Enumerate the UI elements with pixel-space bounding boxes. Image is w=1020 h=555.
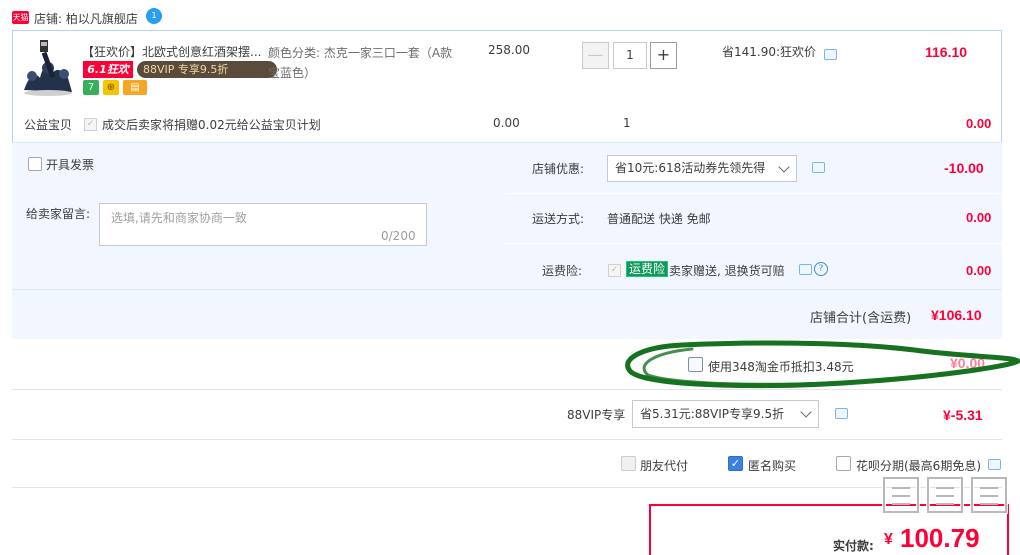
- panel-divider: [505, 193, 1002, 194]
- festival-tag: 6.1狂欢: [83, 61, 133, 78]
- chevron-down-icon: [778, 161, 790, 173]
- panel-divider: [505, 243, 1002, 244]
- insurance-label: 运费险:: [542, 264, 583, 278]
- item-box-border: [12, 30, 1002, 31]
- sku-info: 颜色分类: 杰克一家三口一套（A款宝蓝色）: [268, 46, 453, 80]
- vip-discount-label: 88VIP专享: [567, 408, 626, 422]
- seller-message-placeholder: 选填,请先和商家协商一致: [111, 211, 247, 225]
- shop-discount-label: 店铺优惠:: [532, 162, 585, 176]
- tmall-logo-icon: 天猫: [12, 11, 29, 24]
- insurance-badge: 运费险: [626, 261, 669, 277]
- invoice-checkbox[interactable]: [28, 157, 42, 171]
- friend-pay-label[interactable]: 朋友代付: [640, 457, 688, 474]
- chevron-down-icon: [800, 406, 812, 418]
- vip-discount-select[interactable]: 省5.31元:88VIP专享9.5折: [632, 400, 819, 428]
- promo-info-icon[interactable]: [824, 49, 837, 60]
- huabei-installment-checkbox[interactable]: [836, 456, 851, 471]
- shop-total-amount: ¥106.10: [931, 307, 982, 323]
- message-char-count: 0/200: [381, 229, 416, 243]
- shop-discount-amount: -10.00: [944, 160, 984, 176]
- payment-currency: ¥: [884, 531, 893, 548]
- charity-label: 公益宝贝: [24, 118, 73, 132]
- watermark-logo: [882, 476, 1008, 514]
- saving-info: 省141.90:狂欢价: [722, 45, 817, 59]
- anonymous-purchase-label[interactable]: 匿名购买: [748, 457, 796, 474]
- huabei-info-icon[interactable]: [988, 459, 1001, 470]
- insurance-chat-icon[interactable]: [799, 264, 812, 275]
- row-divider: [12, 389, 1002, 390]
- quantity-decrease-button[interactable]: —: [582, 42, 609, 69]
- charity-price: 0.00: [493, 116, 520, 130]
- charity-text: 成交后卖家将捐赠0.02元给公益宝贝计划: [102, 118, 321, 132]
- shop-name[interactable]: 店铺: 柏以凡旗舰店: [34, 10, 138, 27]
- shop-discount-value: 省10元:618活动券先领先得: [615, 161, 766, 175]
- unit-price: 258.00: [488, 43, 530, 57]
- taobao-coin-checkbox[interactable]: [688, 357, 703, 372]
- vip-tag-name: 88VIP: [143, 63, 175, 76]
- vip-discount-amount: ¥-5.31: [943, 407, 983, 423]
- vip-tag-discount: 专享9.5折: [177, 63, 229, 76]
- product-thumbnail[interactable]: [18, 38, 78, 98]
- vip-tag: 88VIP 专享9.5折: [137, 61, 277, 78]
- row-divider: [12, 439, 1002, 440]
- charity-subtotal: 0.00: [966, 116, 992, 131]
- item-box-border: [12, 30, 13, 142]
- shipping-label: 运送方式:: [532, 212, 585, 226]
- help-icon[interactable]: ?: [814, 262, 828, 276]
- shop-total-label: 店铺合计(含运费): [810, 311, 912, 326]
- invoice-label[interactable]: 开具发票: [46, 156, 94, 173]
- shipping-method: 普通配送 快递 免邮: [607, 212, 711, 226]
- guarantee-icon[interactable]: ⊕: [103, 80, 119, 95]
- friend-pay-checkbox[interactable]: [621, 456, 636, 471]
- anonymous-purchase-checkbox[interactable]: ✓: [728, 456, 743, 471]
- vip-info-icon[interactable]: [835, 408, 848, 419]
- taobao-coin-label[interactable]: 使用348淘金币抵扣3.48元: [708, 358, 854, 375]
- vip-discount-value: 省5.31元:88VIP专享9.5折: [640, 407, 785, 421]
- message-label: 给卖家留言:: [26, 207, 91, 221]
- shipping-amount: 0.00: [966, 210, 992, 225]
- quantity-increase-button[interactable]: +: [650, 42, 677, 69]
- quantity-input[interactable]: 1: [613, 42, 647, 69]
- wangwang-chat-icon[interactable]: 1: [146, 8, 162, 24]
- item-subtotal: 116.10: [925, 44, 968, 60]
- row-divider: [12, 487, 1002, 488]
- payment-label: 实付款:: [833, 539, 874, 553]
- seven-day-return-icon[interactable]: 7: [83, 80, 99, 95]
- taobao-coin-amount: ¥0.00: [950, 355, 986, 371]
- item-box-border: [1001, 30, 1002, 142]
- insurance-amount: 0.00: [966, 263, 992, 278]
- charity-quantity: 1: [623, 116, 631, 130]
- insurance-checkbox: ✓: [608, 264, 621, 277]
- shop-discount-select[interactable]: 省10元:618活动券先领先得: [607, 155, 797, 182]
- discount-info-icon[interactable]: [812, 162, 825, 173]
- charity-checkbox: ✓: [84, 118, 97, 131]
- insurance-text: 卖家赠送, 退换货可赔: [669, 264, 785, 278]
- product-title-link[interactable]: 【狂欢价】北欧式创意红酒架摆...: [82, 43, 262, 60]
- credit-card-icon[interactable]: ▤: [123, 80, 147, 95]
